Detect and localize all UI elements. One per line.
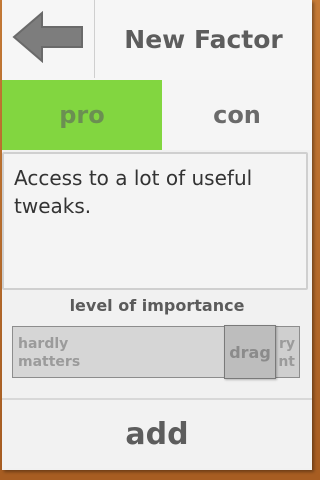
importance-slider[interactable]: hardly matters ry nt drag xyxy=(12,325,300,379)
screen-panel: New Factor pro con Access to a lot of us… xyxy=(2,0,312,470)
factor-description-input[interactable]: Access to a lot of useful tweaks. xyxy=(2,152,308,290)
tab-con[interactable]: con xyxy=(162,80,312,150)
slider-drag-handle[interactable]: drag xyxy=(224,325,276,379)
tab-pro-label: pro xyxy=(59,101,105,129)
arrow-left-icon xyxy=(12,10,84,67)
slider-min-label-line2: matters xyxy=(18,354,81,370)
nav-header: New Factor xyxy=(2,0,312,81)
slider-max-label: ry nt xyxy=(278,335,295,371)
page-title: New Factor xyxy=(124,24,283,54)
slider-max-label-line1: ry xyxy=(278,336,295,352)
add-button-label: add xyxy=(125,416,189,452)
importance-label: level of importance xyxy=(69,296,245,315)
tab-pro[interactable]: pro xyxy=(2,80,162,150)
back-button[interactable] xyxy=(2,0,95,78)
slider-min-label: hardly matters xyxy=(18,335,80,371)
slider-min-label-line1: hardly xyxy=(18,336,69,352)
add-button[interactable]: add xyxy=(2,400,312,468)
tab-con-label: con xyxy=(213,101,261,129)
slider-max-label-line2: nt xyxy=(278,354,295,370)
